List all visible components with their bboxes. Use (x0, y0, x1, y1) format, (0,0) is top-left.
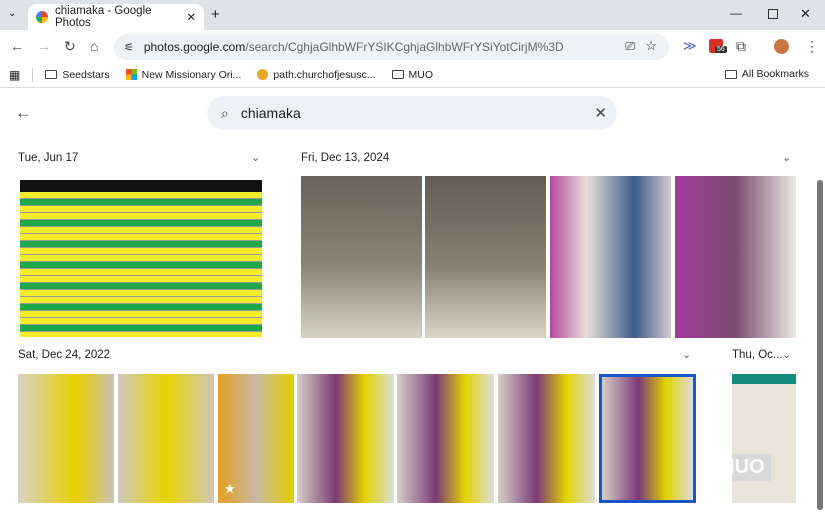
folder-icon (391, 70, 404, 79)
close-tab-icon[interactable]: ✕ (186, 10, 196, 24)
address-bar[interactable]: ⚟ photos.google.com /search/CghjaGlhbWFr… (114, 34, 669, 60)
title-bar: ⌄ chiamaka - Google Photos ✕ + — ✕ (0, 0, 825, 30)
photo-thumbnail[interactable] (397, 374, 494, 503)
apps-icon[interactable]: ▦ (9, 68, 20, 82)
bookmark-star-icon[interactable]: ☆ (645, 38, 657, 54)
church-icon (257, 69, 269, 80)
date-heading: Sat, Dec 24, 2022 (18, 349, 111, 361)
maximize-icon[interactable] (768, 9, 778, 19)
home-icon[interactable]: ⌂ (90, 38, 98, 54)
tab-search-icon[interactable]: ⌄ (8, 8, 16, 19)
new-tab-icon[interactable]: + (211, 6, 220, 23)
date-heading: Thu, Oc... (732, 349, 783, 361)
chevron-down-icon[interactable]: ⌄ (251, 151, 260, 164)
photo-thumbnail[interactable] (550, 176, 671, 338)
bookmark-label: MUO (408, 68, 434, 81)
photo-thumbnail[interactable] (301, 176, 422, 338)
url-path: /search/CghjaGlhbWFrYSIKCghjaGlhbWFrYSiY… (245, 40, 564, 54)
photo-whatsapp-screenshot[interactable]: MUO (732, 374, 796, 503)
google-photos-favicon-icon (36, 11, 48, 23)
scrollbar-thumb[interactable] (817, 180, 823, 510)
folder-icon (45, 70, 58, 79)
search-input[interactable]: chiamaka (241, 105, 595, 121)
bookmark-seedstars[interactable]: Seedstars (45, 68, 110, 81)
extension-icon[interactable]: ≫ (683, 38, 697, 54)
clear-search-icon[interactable]: ✕ (594, 104, 607, 122)
back-icon[interactable]: ← (10, 38, 24, 54)
photo-spreadsheet[interactable] (20, 180, 262, 337)
favorite-star-icon[interactable]: ★ (224, 481, 236, 497)
folder-icon (724, 69, 737, 79)
photo-thumbnail[interactable] (425, 176, 546, 338)
bookmark-label: New Missionary Ori... (141, 68, 242, 81)
tab-google-photos[interactable]: chiamaka - Google Photos ✕ (28, 4, 204, 30)
profile-avatar[interactable] (774, 39, 789, 54)
bookmark-label: Seedstars (62, 68, 110, 81)
back-arrow-icon[interactable]: ← (15, 103, 32, 123)
tab-title: chiamaka - Google Photos (55, 5, 152, 29)
close-window-icon[interactable]: ✕ (800, 6, 811, 22)
menu-icon[interactable]: ⋮ (805, 38, 819, 55)
photo-thumbnail[interactable] (675, 176, 796, 338)
bookmark-path-church[interactable]: path.churchofjesusc... (257, 68, 376, 81)
reload-icon[interactable]: ↻ (64, 38, 76, 55)
bookmark-label: All Bookmarks (741, 68, 809, 80)
install-app-icon[interactable]: ⎚ (625, 39, 635, 54)
photo-thumbnail-selected[interactable] (599, 374, 696, 503)
bookmark-muo[interactable]: MUO (391, 68, 434, 81)
all-bookmarks[interactable]: All Bookmarks (724, 68, 809, 80)
date-heading: Tue, Jun 17 (18, 152, 79, 164)
photo-thumbnail[interactable]: ★ (218, 374, 294, 503)
forward-icon[interactable]: → (37, 38, 51, 54)
minimize-icon[interactable]: — (730, 6, 742, 20)
photo-thumbnail[interactable] (18, 374, 114, 503)
microsoft-icon (125, 69, 137, 80)
bookmarks-bar: ▦ Seedstars New Missionary Ori... path.c… (0, 62, 825, 88)
photo-thumbnail[interactable] (118, 374, 214, 503)
bookmark-label: path.churchofjesusc... (273, 68, 376, 81)
chevron-down-icon[interactable]: ⌄ (782, 151, 791, 164)
extensions-puzzle-icon[interactable]: ⧉ (736, 38, 746, 55)
date-heading: Fri, Dec 13, 2024 (301, 152, 390, 164)
bookmark-new-missionary[interactable]: New Missionary Ori... (125, 68, 242, 81)
site-info-icon[interactable]: ⚟ (124, 41, 134, 54)
search-bar[interactable]: ⌕ chiamaka ✕ (207, 96, 617, 130)
search-icon: ⌕ (221, 104, 229, 121)
photo-thumbnail[interactable] (297, 374, 394, 503)
extension-badge: 56 (715, 46, 727, 53)
photo-thumbnail[interactable] (498, 374, 595, 503)
url-domain: photos.google.com (143, 40, 246, 54)
chevron-down-icon[interactable]: ⌄ (682, 348, 691, 361)
chevron-down-icon[interactable]: ⌄ (782, 348, 791, 361)
muo-watermark: MUO (732, 454, 771, 481)
